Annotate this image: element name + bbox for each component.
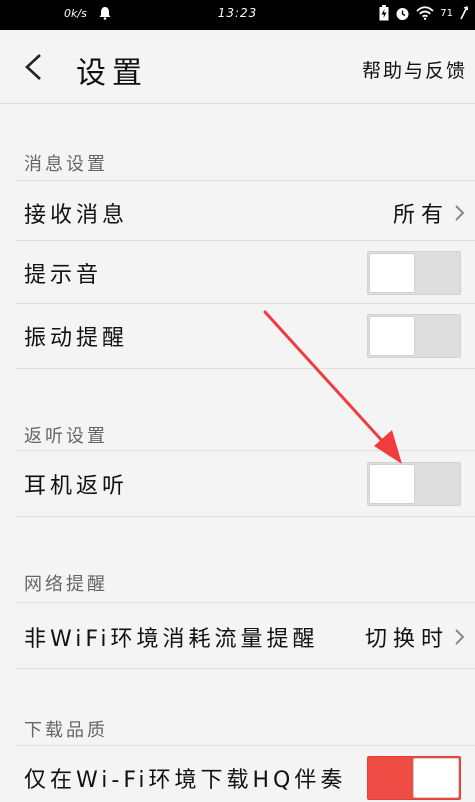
divider	[16, 516, 475, 517]
section-title-monitor: 返听设置	[24, 426, 108, 447]
status-bar: 4G 2G 0k/s 13:23 71	[0, 0, 475, 67]
notification-sound-toggle[interactable]	[367, 251, 461, 295]
row-label: 非WiFi环境消耗流量提醒	[24, 627, 319, 652]
chevron-left-icon[interactable]	[20, 52, 48, 82]
wifi-hq-download-row: 仅在Wi-Fi环境下载HQ伴奏	[0, 745, 475, 802]
divider	[16, 602, 475, 603]
section-title-message: 消息设置	[24, 154, 108, 175]
wifi-hq-download-toggle[interactable]	[367, 756, 461, 800]
row-label: 仅在Wi-Fi环境下载HQ伴奏	[24, 768, 347, 793]
row-label: 耳机返听	[24, 474, 129, 499]
earphone-monitor-toggle[interactable]	[367, 462, 461, 506]
divider	[16, 368, 475, 369]
section-title-quality: 下载品质	[24, 720, 108, 741]
vibration-row: 振动提醒	[0, 303, 475, 369]
help-feedback-link[interactable]: 帮助与反馈	[362, 56, 467, 83]
receive-messages-row[interactable]: 接收消息 所有	[0, 180, 475, 246]
notification-sound-row: 提示音	[0, 240, 475, 306]
toggle-knob	[413, 758, 459, 798]
row-label: 提示音	[24, 263, 103, 288]
row-label: 振动提醒	[24, 326, 129, 351]
battery-charging-icon	[379, 5, 389, 21]
row-label: 接收消息	[24, 203, 129, 228]
toggle-knob	[369, 316, 415, 356]
temperature-value: 71	[440, 7, 453, 19]
row-value: 切换时	[364, 627, 449, 652]
earphone-monitor-row: 耳机返听	[0, 451, 475, 517]
wifi-icon	[416, 6, 434, 20]
chevron-right-icon	[455, 205, 465, 221]
toggle-knob	[369, 464, 415, 504]
app-header: 设置 帮助与反馈	[0, 30, 475, 104]
divider	[16, 668, 475, 669]
non-wifi-reminder-row[interactable]: 非WiFi环境消耗流量提醒 切换时	[0, 604, 475, 670]
row-value: 所有	[392, 203, 449, 228]
section-title-network: 网络提醒	[24, 574, 108, 595]
temperature-icon	[460, 6, 469, 20]
vibration-toggle[interactable]	[367, 314, 461, 358]
annotation-arrow	[263, 310, 402, 464]
alarm-icon	[396, 7, 409, 20]
page-title: 设置	[76, 56, 148, 91]
chevron-right-icon	[455, 629, 465, 645]
toggle-knob	[369, 253, 415, 293]
